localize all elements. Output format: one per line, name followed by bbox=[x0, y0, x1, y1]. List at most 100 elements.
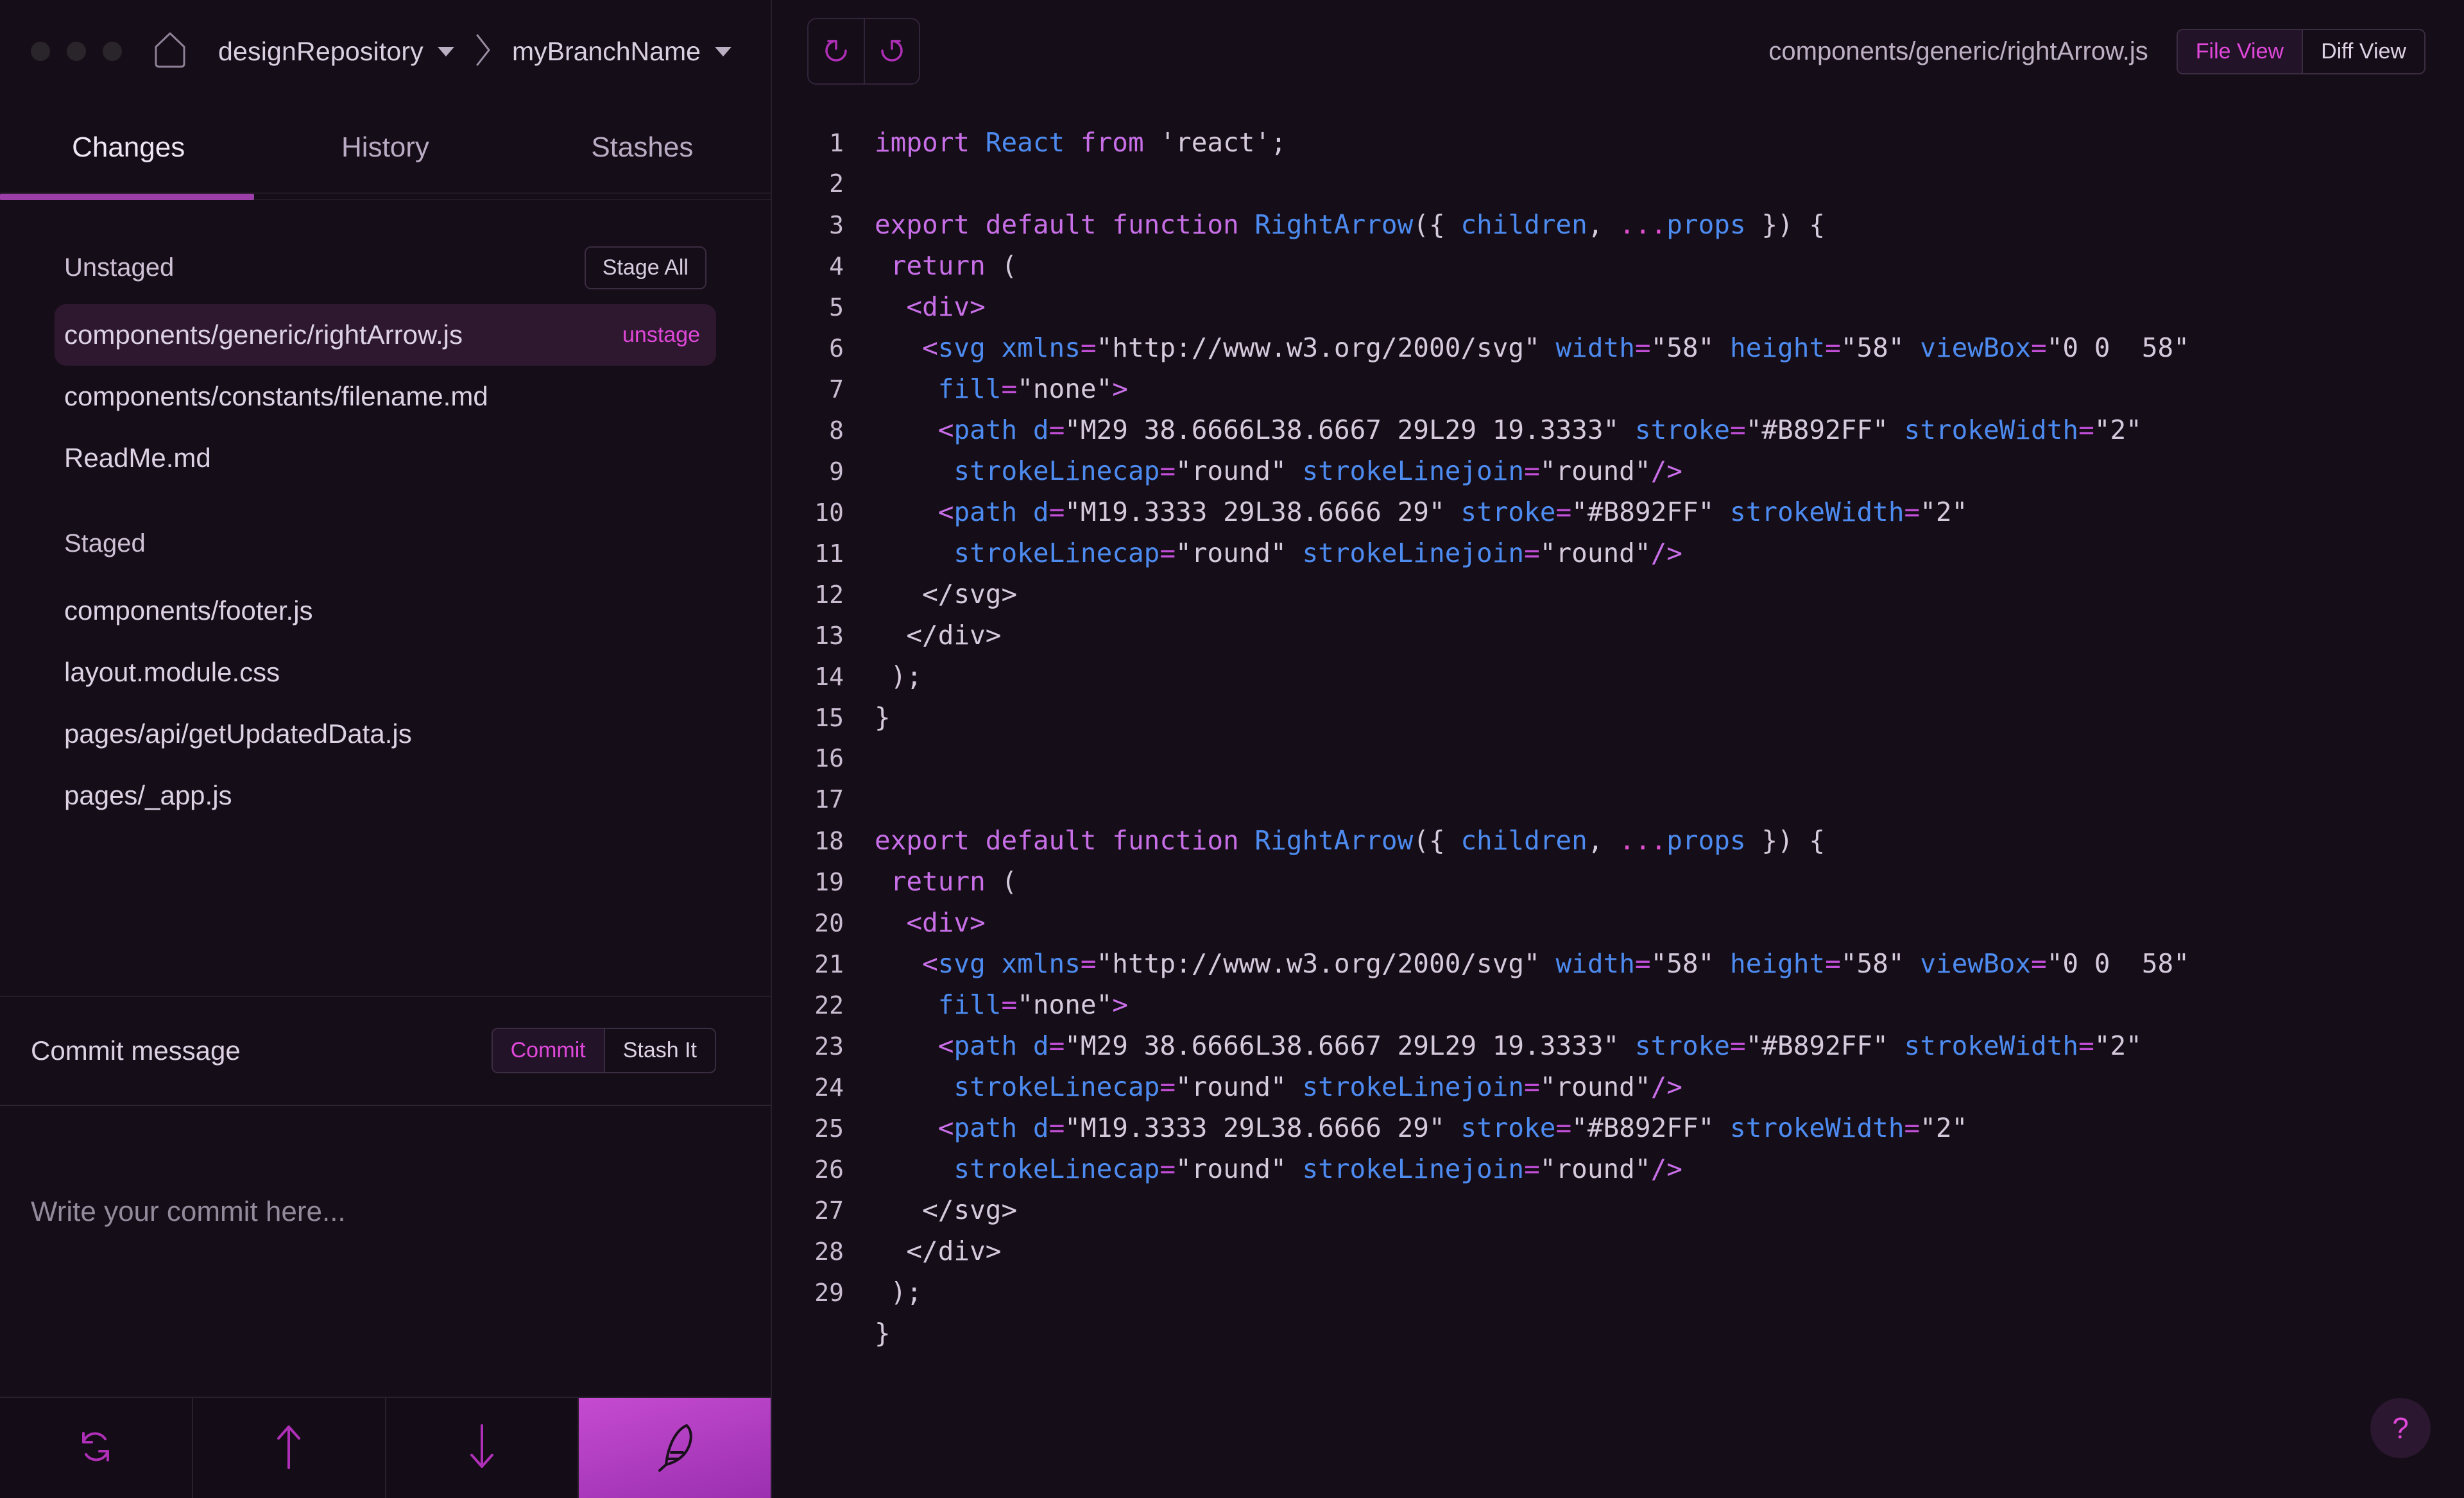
code-text: <path d="M19.3333 29L38.6666 29" stroke=… bbox=[937, 1112, 1968, 1143]
code-line: 1 import React from 'react'; bbox=[772, 122, 2464, 163]
code-text: <svg xmlns="http://www.w3.org/2000/svg" … bbox=[922, 948, 2189, 979]
commit-message-label: Commit message bbox=[31, 1035, 241, 1066]
file-view-button[interactable]: File View bbox=[2177, 30, 2302, 73]
list-item[interactable]: ReadMe.md bbox=[55, 427, 716, 489]
chevron-down-icon[interactable] bbox=[714, 46, 732, 56]
line-number: 21 bbox=[814, 950, 844, 978]
code-line: } bbox=[772, 1313, 2464, 1354]
commit-action-group: Commit Stash It bbox=[491, 1028, 716, 1073]
editor-toolbar-right: components/generic/rightArrow.js File Vi… bbox=[1768, 28, 2426, 74]
close-dot[interactable] bbox=[31, 42, 50, 61]
commit-message-input[interactable]: Write your commit here... bbox=[0, 1104, 771, 1397]
code-text: strokeLinecap="round" strokeLinejoin="ro… bbox=[954, 538, 1682, 568]
file-name: ReadMe.md bbox=[64, 443, 211, 473]
line-number: 24 bbox=[814, 1073, 844, 1102]
unstaged-file-list: components/generic/rightArrow.js unstage… bbox=[0, 290, 771, 489]
code-line: 12 </svg> bbox=[772, 574, 2464, 615]
list-item[interactable]: components/footer.js bbox=[55, 580, 716, 642]
unstage-action[interactable]: unstage bbox=[622, 323, 706, 348]
line-number: 20 bbox=[814, 909, 844, 937]
line-number: 13 bbox=[814, 622, 844, 650]
redo-button[interactable] bbox=[864, 19, 919, 83]
code-line: 8 <path d="M29 38.6666L38.6667 29L29 19.… bbox=[772, 409, 2464, 450]
arrow-down-pull-icon bbox=[461, 1422, 502, 1475]
window-controls[interactable] bbox=[31, 42, 122, 61]
code-line: 13 </div> bbox=[772, 615, 2464, 656]
line-number: 4 bbox=[829, 252, 844, 280]
list-item[interactable]: components/generic/rightArrow.js unstage bbox=[55, 304, 716, 366]
chevron-down-icon[interactable] bbox=[438, 46, 454, 56]
home-icon[interactable] bbox=[153, 30, 187, 73]
code-text: <div> bbox=[906, 291, 986, 322]
compose-commit-button[interactable] bbox=[579, 1398, 771, 1498]
pull-button[interactable] bbox=[386, 1398, 579, 1498]
code-line: 11 strokeLinecap="round" strokeLinejoin=… bbox=[772, 532, 2464, 574]
current-file-path: components/generic/rightArrow.js bbox=[1768, 37, 2148, 65]
view-mode-toggle: File View Diff View bbox=[2176, 28, 2426, 74]
line-number: 6 bbox=[829, 334, 844, 362]
code-line: 10 <path d="M19.3333 29L38.6666 29" stro… bbox=[772, 491, 2464, 532]
maximize-dot[interactable] bbox=[103, 42, 122, 61]
code-line: 3 export default function RightArrow({ ch… bbox=[772, 204, 2464, 245]
code-line: 5 <div> bbox=[772, 286, 2464, 327]
code-text: import React from 'react'; bbox=[875, 127, 1287, 158]
code-text: ); bbox=[890, 1277, 923, 1307]
line-number: 26 bbox=[814, 1155, 844, 1184]
history-controls bbox=[807, 18, 920, 85]
code-text: <path d="M29 38.6666L38.6667 29L29 19.33… bbox=[937, 1030, 2142, 1061]
line-number: 25 bbox=[814, 1114, 844, 1143]
arrow-up-push-icon bbox=[268, 1422, 309, 1475]
code-line: 20 <div> bbox=[772, 902, 2464, 943]
unstaged-title: Unstaged bbox=[64, 253, 175, 282]
repository-selector[interactable]: designRepository bbox=[218, 37, 454, 67]
branch-selector[interactable]: myBranchName bbox=[512, 37, 732, 67]
line-number: 11 bbox=[814, 540, 844, 568]
code-viewer[interactable]: 1 import React from 'react'; 2 3 export defa… bbox=[772, 103, 2464, 1498]
code-text: strokeLinecap="round" strokeLinejoin="ro… bbox=[954, 455, 1682, 486]
file-name: components/generic/rightArrow.js bbox=[64, 319, 463, 350]
push-button[interactable] bbox=[193, 1398, 386, 1498]
line-number: 9 bbox=[829, 457, 844, 486]
list-item[interactable]: components/constants/filename.md bbox=[55, 366, 716, 427]
code-line: 25 <path d="M19.3333 29L38.6666 29" stro… bbox=[772, 1107, 2464, 1148]
list-item[interactable]: pages/_app.js bbox=[55, 765, 716, 826]
code-line: 4 return ( bbox=[772, 245, 2464, 286]
code-line: 15} bbox=[772, 697, 2464, 738]
code-text: </div> bbox=[906, 620, 1002, 651]
code-text: export default function RightArrow({ chi… bbox=[875, 825, 1826, 856]
commit-placeholder: Write your commit here... bbox=[31, 1195, 346, 1227]
code-text: </svg> bbox=[922, 1195, 1018, 1225]
code-text: <path d="M29 38.6666L38.6667 29L29 19.33… bbox=[937, 414, 2142, 445]
minimize-dot[interactable] bbox=[67, 42, 86, 61]
help-button[interactable]: ? bbox=[2370, 1398, 2431, 1458]
undo-icon bbox=[817, 32, 855, 71]
line-number: 14 bbox=[814, 663, 844, 691]
code-line: 9 strokeLinecap="round" strokeLinejoin="… bbox=[772, 450, 2464, 491]
list-item[interactable]: pages/api/getUpdatedData.js bbox=[55, 703, 716, 765]
code-line: 28 </div> bbox=[772, 1230, 2464, 1272]
code-line: 27 </svg> bbox=[772, 1189, 2464, 1230]
commit-button[interactable]: Commit bbox=[492, 1029, 604, 1072]
staged-file-list: components/footer.js layout.module.css p… bbox=[0, 566, 771, 826]
list-item[interactable]: layout.module.css bbox=[55, 642, 716, 703]
code-text: strokeLinecap="round" strokeLinejoin="ro… bbox=[954, 1153, 1682, 1184]
code-text: return ( bbox=[890, 866, 1018, 897]
feather-quill-icon bbox=[649, 1419, 701, 1477]
code-line: 7 fill="none"> bbox=[772, 368, 2464, 409]
staged-title: Staged bbox=[64, 529, 146, 557]
tab-stashes[interactable]: Stashes bbox=[514, 103, 771, 192]
diff-view-button[interactable]: Diff View bbox=[2302, 30, 2424, 73]
line-number: 5 bbox=[829, 293, 844, 321]
stash-it-button[interactable]: Stash It bbox=[603, 1029, 715, 1072]
stage-all-button[interactable]: Stage All bbox=[584, 246, 706, 289]
line-number: 8 bbox=[829, 416, 844, 445]
tab-history[interactable]: History bbox=[257, 103, 513, 192]
sync-refresh-button[interactable] bbox=[0, 1398, 193, 1498]
file-name: components/constants/filename.md bbox=[64, 381, 488, 411]
undo-button[interactable] bbox=[809, 19, 864, 83]
tab-changes[interactable]: Changes bbox=[0, 103, 257, 200]
code-line: 21 <svg xmlns="http://www.w3.org/2000/sv… bbox=[772, 943, 2464, 984]
code-line: 29 ); bbox=[772, 1272, 2464, 1313]
branch-name: myBranchName bbox=[512, 36, 701, 66]
line-number: 29 bbox=[814, 1279, 844, 1307]
